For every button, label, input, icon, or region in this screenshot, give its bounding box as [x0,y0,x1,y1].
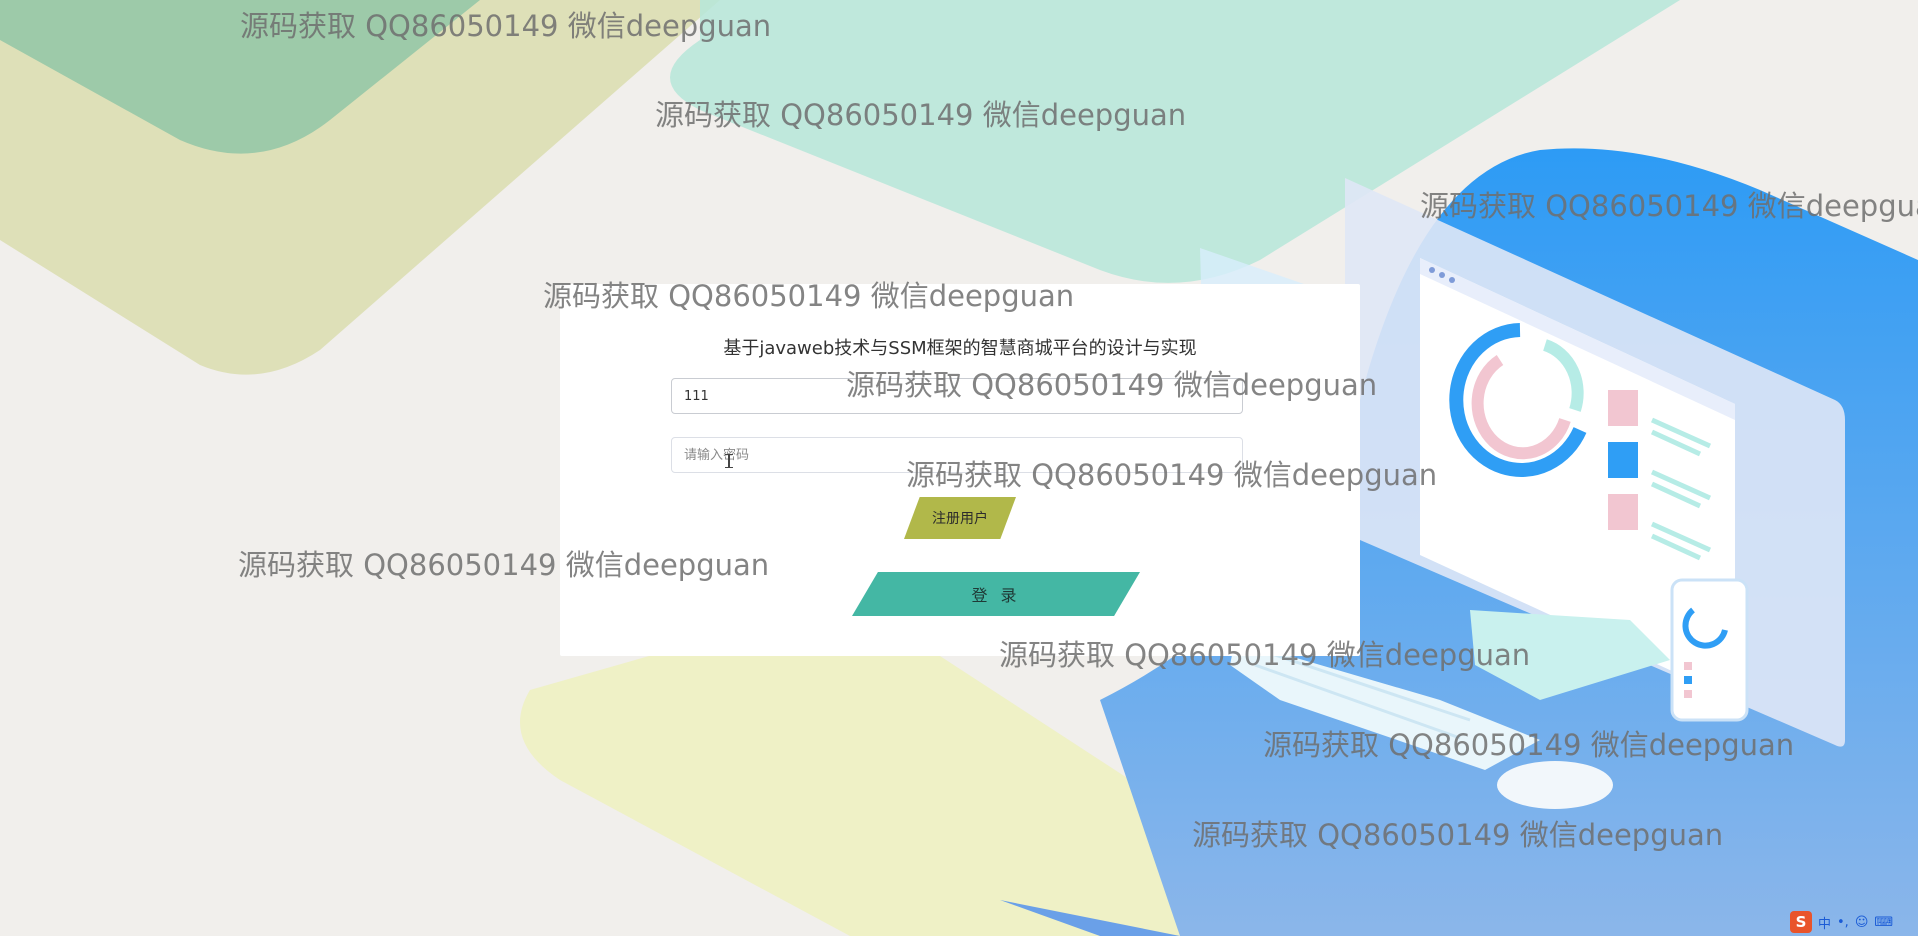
login-page: 基于javaweb技术与SSM框架的智慧商城平台的设计与实现 注册用户 登 录 … [0,0,1918,936]
phone-icon [1670,578,1749,722]
ime-mode-toggle[interactable]: 中 [1818,913,1831,932]
smile-icon[interactable]: ☺ [1855,915,1869,930]
sogou-logo-icon[interactable]: S [1790,911,1812,933]
watermark-text: 源码获取 QQ86050149 微信deepguan [846,368,1378,402]
watermark-text: 源码获取 QQ86050149 微信deepguan [655,98,1187,132]
watermark-text: 源码获取 QQ86050149 微信deepguan [1263,728,1795,762]
watermark-text: 源码获取 QQ86050149 微信deepguan [240,9,772,43]
watermark-text: 源码获取 QQ86050149 微信deepguan [906,458,1438,492]
keyboard-icon[interactable]: ⌨ [1874,915,1893,930]
watermark-text: 源码获取 QQ86050149 微信deepguan [1192,818,1724,852]
text-cursor-icon [725,454,733,468]
watermark-text: 源码获取 QQ86050149 微信deepguan [1420,189,1918,223]
watermark-text: 源码获取 QQ86050149 微信deepguan [999,638,1531,672]
mouse-icon [1497,761,1613,809]
login-button[interactable]: 登 录 [852,572,1140,616]
ime-punctuation-toggle[interactable]: •, [1837,915,1849,930]
ime-toolbar[interactable]: S 中 •, ☺ ⌨ [1790,910,1893,934]
watermark-text: 源码获取 QQ86050149 微信deepguan [543,279,1075,313]
page-title: 基于javaweb技术与SSM框架的智慧商城平台的设计与实现 [723,338,1197,359]
register-button[interactable]: 注册用户 [904,497,1016,539]
watermark-text: 源码获取 QQ86050149 微信deepguan [238,548,770,582]
